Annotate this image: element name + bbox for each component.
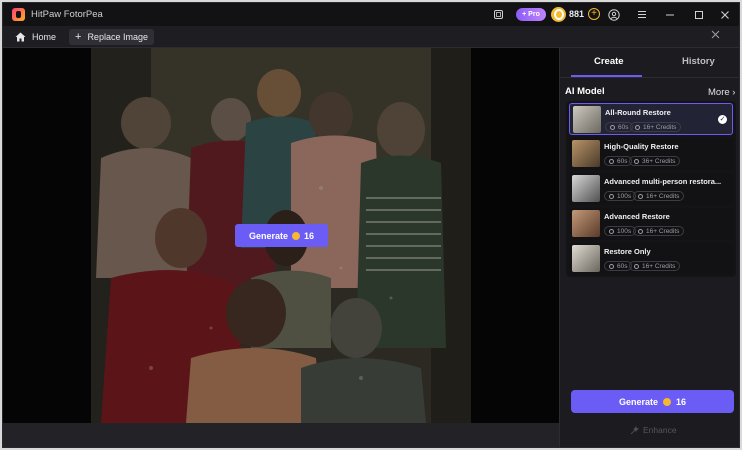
time-chip: 100s: [604, 226, 637, 236]
plus-icon: +: [75, 31, 82, 43]
credit-icon: [635, 124, 640, 130]
coin-icon: [551, 7, 566, 22]
time-value: 60s: [617, 262, 628, 270]
minimize-icon[interactable]: [662, 7, 677, 22]
time-value: 60s: [617, 157, 628, 165]
credit-value: 36+ Credits: [642, 157, 676, 165]
generate-button[interactable]: Generate 16: [571, 390, 734, 413]
right-panel: Create History AI Model More › All-Round…: [559, 48, 739, 447]
model-item-advanced-restore[interactable]: Advanced Restore 100s 16+ Credits: [569, 208, 733, 240]
credit-value: 16+ Credits: [643, 123, 677, 131]
app-title: HitPaw FotorPea: [31, 9, 103, 20]
credit-value: 16+ Credits: [642, 262, 676, 270]
canvas-generate-button[interactable]: Generate 16: [235, 224, 328, 247]
credits-count: 881: [569, 9, 585, 19]
more-models-link[interactable]: More ›: [708, 87, 735, 98]
close-icon[interactable]: [717, 7, 732, 22]
app-logo-icon: [12, 8, 25, 21]
credit-chip: 36+ Credits: [629, 156, 681, 166]
credit-chip: 16+ Credits: [629, 261, 681, 271]
model-name: Advanced Restore: [604, 212, 670, 221]
enhance-icon: [630, 425, 639, 434]
replace-image-button[interactable]: + Replace Image: [69, 29, 154, 45]
replace-image-label: Replace Image: [87, 32, 148, 42]
toolbar: Home + Replace Image: [3, 26, 739, 48]
model-thumbnail: [572, 245, 600, 272]
model-name: Restore Only: [604, 247, 651, 256]
model-thumbnail: [572, 175, 600, 202]
coin-icon: [663, 397, 671, 406]
model-name: Advanced multi-person restora...: [604, 177, 722, 186]
coin-icon: [292, 231, 300, 240]
selected-check-icon: ✓: [718, 115, 727, 124]
clock-icon: [609, 228, 614, 234]
pro-upgrade-button[interactable]: + Pro: [516, 8, 546, 21]
model-item-advanced-multi-person-restore[interactable]: Advanced multi-person restora... 100s 16…: [569, 173, 733, 205]
chevron-right-icon: ›: [732, 87, 736, 98]
ai-model-heading: AI Model: [565, 86, 605, 97]
title-bar: HitPaw FotorPea + Pro 881 +: [3, 3, 739, 26]
clock-icon: [609, 158, 614, 164]
clock-icon: [610, 124, 615, 130]
user-icon[interactable]: [606, 7, 621, 22]
credit-value: 16+ Credits: [646, 227, 680, 235]
home-label: Home: [32, 32, 57, 42]
model-name: All-Round Restore: [605, 108, 671, 117]
canvas-generate-cost: 16: [304, 230, 315, 241]
credit-value: 16+ Credits: [646, 192, 680, 200]
tab-create[interactable]: Create: [594, 56, 624, 67]
credit-icon: [634, 263, 639, 269]
generate-cost: 16: [676, 396, 687, 407]
model-item-all-round-restore[interactable]: All-Round Restore 60s 16+ Credits ✓: [569, 103, 733, 135]
credit-chip: 16+ Credits: [633, 226, 685, 236]
tab-divider: [560, 77, 739, 78]
home-icon: [15, 32, 26, 42]
model-list: All-Round Restore 60s 16+ Credits ✓ High…: [566, 101, 736, 277]
credit-chip: 16+ Credits: [630, 122, 682, 132]
credit-icon: [638, 193, 643, 199]
app-window: HitPaw FotorPea + Pro 881 + Home + Repla…: [2, 2, 740, 448]
clock-icon: [609, 263, 614, 269]
more-label: More: [708, 87, 730, 98]
credit-chip: 16+ Credits: [633, 191, 685, 201]
model-name: High-Quality Restore: [604, 142, 679, 151]
image-canvas[interactable]: Generate 16: [3, 48, 559, 423]
credit-icon: [634, 158, 639, 164]
enhance-button[interactable]: Enhance: [630, 425, 677, 435]
credit-icon: [638, 228, 643, 234]
menu-icon[interactable]: [634, 7, 649, 22]
enhance-label: Enhance: [643, 425, 677, 435]
screen-icon[interactable]: [491, 7, 506, 22]
clock-icon: [609, 193, 614, 199]
model-thumbnail: [572, 140, 600, 167]
close-workspace-icon[interactable]: [711, 30, 720, 42]
maximize-icon[interactable]: [691, 7, 706, 22]
model-thumbnail: [573, 106, 601, 133]
add-credits-button[interactable]: +: [588, 8, 600, 20]
model-item-high-quality-restore[interactable]: High-Quality Restore 60s 36+ Credits: [569, 138, 733, 170]
time-chip: 100s: [604, 191, 637, 201]
tab-history[interactable]: History: [682, 56, 715, 67]
time-value: 100s: [617, 227, 632, 235]
canvas-bottom-bar: [3, 423, 559, 447]
model-thumbnail: [572, 210, 600, 237]
time-value: 100s: [617, 192, 632, 200]
model-item-restore-only[interactable]: Restore Only 60s 16+ Credits: [569, 243, 733, 275]
generate-label: Generate: [618, 396, 658, 407]
home-button[interactable]: Home: [15, 29, 56, 45]
time-value: 60s: [618, 123, 629, 131]
canvas-generate-label: Generate: [248, 230, 288, 241]
